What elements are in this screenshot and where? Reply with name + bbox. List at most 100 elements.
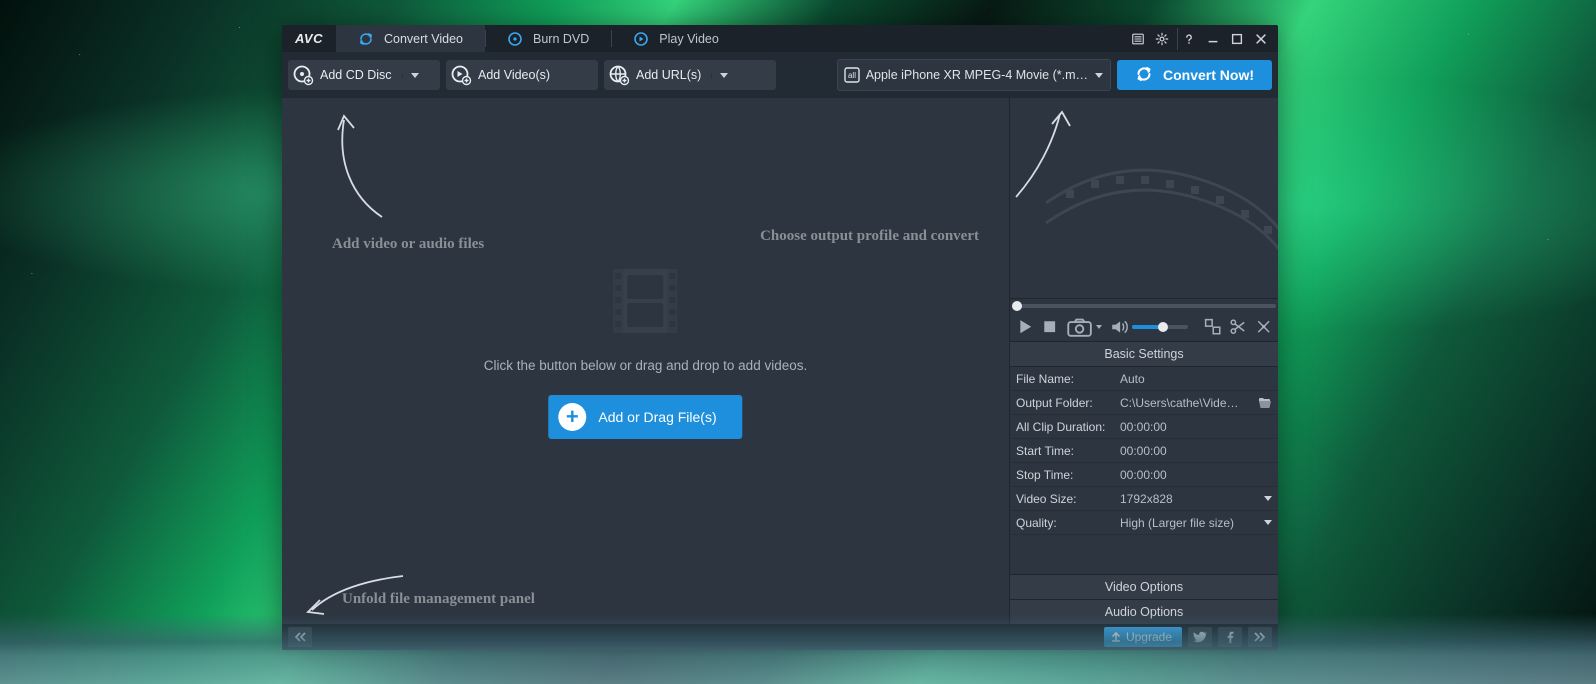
audio-options-header[interactable]: Audio Options xyxy=(1010,599,1278,624)
chevron-down-icon[interactable] xyxy=(1088,73,1110,78)
video-options-header[interactable]: Video Options xyxy=(1010,574,1278,599)
tab-burn-dvd[interactable]: Burn DVD xyxy=(485,25,611,52)
button-label: Add or Drag File(s) xyxy=(598,409,716,425)
volume-thumb[interactable] xyxy=(1158,322,1168,332)
chevron-down-icon[interactable] xyxy=(402,73,427,78)
tab-play-video[interactable]: Play Video xyxy=(611,25,741,52)
desktop-wallpaper: AVC Convert Video Burn DVD Play Video xyxy=(0,0,1596,684)
collapse-right-button[interactable] xyxy=(1248,627,1272,647)
hint-arrow-icon xyxy=(298,570,408,620)
chevron-down-icon xyxy=(1264,520,1272,525)
close-button[interactable] xyxy=(1250,28,1272,50)
label: Output Folder: xyxy=(1010,396,1120,410)
value-video-size[interactable]: 1792x828 xyxy=(1120,492,1278,506)
value-output-folder[interactable]: C:\Users\cathe\Videos\... xyxy=(1120,396,1278,410)
hint-arrow-icon xyxy=(312,102,392,222)
snapshot-icon[interactable] xyxy=(1067,318,1092,336)
player-controls xyxy=(1010,313,1278,341)
add-cd-disc-button[interactable]: Add CD Disc xyxy=(288,60,440,90)
detach-icon[interactable] xyxy=(1204,318,1221,336)
svg-text:all: all xyxy=(848,71,856,80)
button-label: Upgrade xyxy=(1126,630,1172,644)
add-urls-button[interactable]: Add URL(s) xyxy=(604,60,776,90)
value-start-time[interactable]: 00:00:00 xyxy=(1120,444,1278,458)
file-list-stage[interactable]: Add video or audio files Choose output p… xyxy=(282,98,1010,624)
button-label: Add Video(s) xyxy=(476,68,560,82)
label: File Name: xyxy=(1010,372,1120,386)
label: Start Time: xyxy=(1010,444,1120,458)
label: Stop Time: xyxy=(1010,468,1120,482)
value-stop-time[interactable]: 00:00:00 xyxy=(1120,468,1278,482)
button-label: Add CD Disc xyxy=(318,68,402,82)
seek-thumb[interactable] xyxy=(1012,301,1022,311)
expand-panel-button[interactable] xyxy=(288,627,312,647)
label: All Clip Duration: xyxy=(1010,420,1120,434)
placeholder-text: Click the button below or drag and drop … xyxy=(484,358,807,373)
effects-icon[interactable] xyxy=(1255,318,1272,336)
add-videos-button[interactable]: Add Video(s) xyxy=(446,60,598,90)
twitter-icon xyxy=(1193,630,1207,644)
play-circle-icon xyxy=(633,31,649,47)
row-file-name: File Name: Auto xyxy=(1010,367,1278,391)
folder-path: C:\Users\cathe\Videos\... xyxy=(1120,396,1240,410)
empty-placeholder: Click the button below or drag and drop … xyxy=(484,261,807,439)
disc-plus-icon xyxy=(288,64,318,86)
add-or-drag-files-button[interactable]: + Add or Drag File(s) xyxy=(548,395,742,439)
button-label: Convert Now! xyxy=(1163,67,1254,83)
disc-icon xyxy=(507,31,523,47)
profile-label: Apple iPhone XR MPEG-4 Movie (*.m… xyxy=(866,68,1088,82)
globe-plus-icon xyxy=(604,64,634,86)
select-text: High (Larger file size) xyxy=(1120,516,1234,530)
value-quality[interactable]: High (Larger file size) xyxy=(1120,516,1278,530)
chevron-down-icon[interactable] xyxy=(711,73,736,78)
list-icon[interactable] xyxy=(1127,28,1149,50)
twitter-button[interactable] xyxy=(1188,627,1212,647)
row-output-folder: Output Folder: C:\Users\cathe\Videos\... xyxy=(1010,391,1278,415)
status-bar: Upgrade xyxy=(282,624,1278,650)
select-text: 1792x828 xyxy=(1120,492,1173,506)
filmstrip-art-icon xyxy=(1036,128,1278,278)
hint-unfold-panel: Unfold file management panel xyxy=(342,591,535,608)
app-window: AVC Convert Video Burn DVD Play Video xyxy=(282,25,1278,650)
hint-choose-output: Choose output profile and convert xyxy=(760,228,979,245)
refresh-icon xyxy=(358,31,374,47)
profile-all-icon: all xyxy=(838,66,866,84)
film-icon xyxy=(605,261,685,341)
output-profile-selector[interactable]: all Apple iPhone XR MPEG-4 Movie (*.m… xyxy=(837,59,1111,91)
label: Video Size: xyxy=(1010,492,1120,506)
play-icon[interactable] xyxy=(1016,318,1033,336)
minimize-button[interactable] xyxy=(1202,28,1224,50)
preview-area xyxy=(1010,98,1278,299)
video-plus-icon xyxy=(446,64,476,86)
facebook-button[interactable] xyxy=(1218,627,1242,647)
row-video-size: Video Size: 1792x828 xyxy=(1010,487,1278,511)
refresh-icon xyxy=(1135,65,1153,86)
title-bar: AVC Convert Video Burn DVD Play Video xyxy=(282,25,1278,52)
button-label: Add URL(s) xyxy=(634,68,711,82)
facebook-icon xyxy=(1223,630,1237,644)
tab-label: Burn DVD xyxy=(533,32,589,46)
volume-icon[interactable] xyxy=(1110,318,1128,336)
folder-open-icon[interactable] xyxy=(1258,397,1272,409)
upload-arrow-icon xyxy=(1110,631,1122,643)
toolbar: Add CD Disc Add Video(s) Add URL(s) all … xyxy=(282,52,1278,98)
app-logo: AVC xyxy=(282,25,336,52)
chevron-down-icon[interactable] xyxy=(1096,325,1102,329)
seek-bar[interactable] xyxy=(1010,299,1278,313)
basic-settings-header: Basic Settings xyxy=(1010,341,1278,367)
row-clip-duration: All Clip Duration: 00:00:00 xyxy=(1010,415,1278,439)
convert-now-button[interactable]: Convert Now! xyxy=(1117,60,1272,90)
label: Quality: xyxy=(1010,516,1120,530)
stop-icon[interactable] xyxy=(1041,318,1058,336)
volume-control[interactable] xyxy=(1110,318,1188,336)
settings-icon[interactable] xyxy=(1151,28,1173,50)
help-icon[interactable] xyxy=(1177,28,1200,50)
maximize-button[interactable] xyxy=(1226,28,1248,50)
scissors-icon[interactable] xyxy=(1229,318,1246,336)
plus-circle-icon: + xyxy=(558,403,586,431)
tab-convert-video[interactable]: Convert Video xyxy=(336,25,485,52)
upgrade-button[interactable]: Upgrade xyxy=(1104,627,1182,647)
right-panel: Basic Settings File Name: Auto Output Fo… xyxy=(1010,98,1278,624)
value-file-name[interactable]: Auto xyxy=(1120,372,1278,386)
row-stop-time: Stop Time: 00:00:00 xyxy=(1010,463,1278,487)
